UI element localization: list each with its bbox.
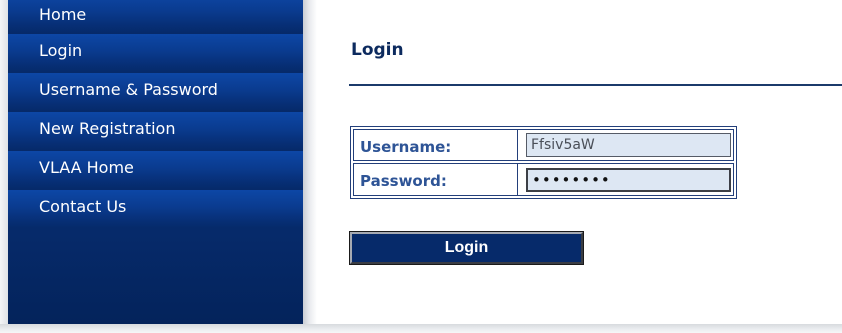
login-form: Username: Password: — [350, 126, 737, 199]
sidebar-nav: Home Login Username & Password New Regis… — [8, 0, 303, 324]
password-input[interactable] — [526, 168, 731, 192]
sidebar-item-new-registration[interactable]: New Registration — [8, 112, 303, 150]
sidebar-item-username-password[interactable]: Username & Password — [8, 73, 303, 111]
main-content: Login Username: Password: Login — [349, 0, 842, 324]
sidebar-item-login[interactable]: Login — [8, 34, 303, 72]
page-title: Login — [351, 40, 404, 60]
sidebar-fill — [8, 234, 303, 324]
sidebar-item-home[interactable]: Home — [8, 0, 303, 33]
login-page: Home Login Username & Password New Regis… — [0, 0, 842, 333]
left-shadow — [0, 0, 8, 324]
password-label: Password: — [360, 172, 447, 190]
sidebar-item-vlaa-home[interactable]: VLAA Home — [8, 151, 303, 189]
password-row: Password: — [353, 163, 734, 196]
sidebar-item-contact-us[interactable]: Contact Us — [8, 190, 303, 228]
password-label-cell: Password: — [354, 164, 518, 195]
bottom-shadow — [0, 324, 842, 333]
login-button[interactable]: Login — [349, 231, 584, 265]
sidebar-shadow — [303, 0, 317, 324]
title-divider — [349, 84, 842, 86]
username-label-cell: Username: — [354, 130, 518, 160]
username-input[interactable] — [526, 133, 731, 157]
username-label: Username: — [360, 138, 452, 156]
username-row: Username: — [353, 129, 734, 161]
